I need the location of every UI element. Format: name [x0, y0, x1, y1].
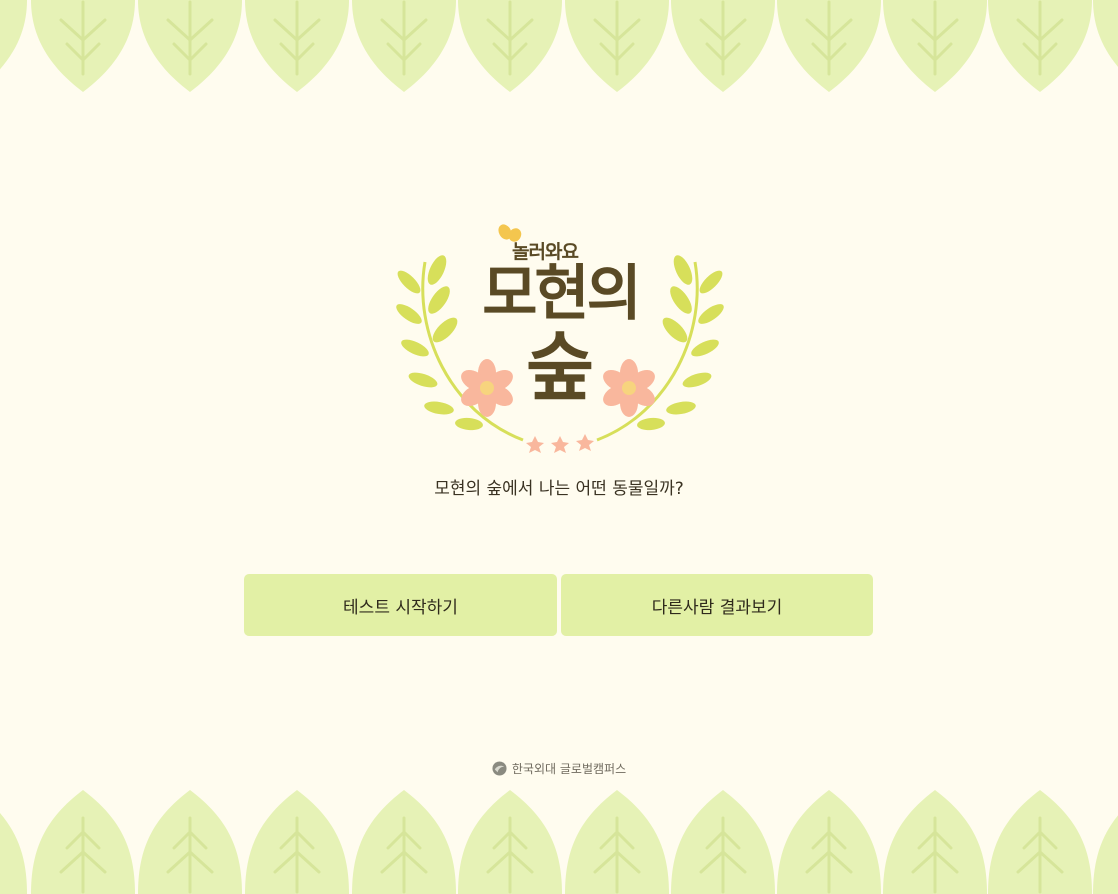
- logo: 놀러와요 모현의 숲: [395, 222, 725, 458]
- leaf-border-top: [0, 0, 1118, 94]
- start-test-button[interactable]: 테스트 시작하기: [244, 574, 557, 636]
- footer-text: 한국외대 글로벌캠퍼스: [511, 762, 627, 776]
- logo-title-line1: 모현의: [482, 259, 642, 329]
- footer: 한국외대 글로벌캠퍼스: [0, 760, 1118, 777]
- page: 놀러와요 모현의 숲 모현의 숲에서 나는 어떤 동물일까? 테스트 시작하기 …: [0, 0, 1118, 894]
- page-subtitle: 모현의 숲에서 나는 어떤 동물일까?: [434, 479, 684, 499]
- leaf-border-bottom: [0, 790, 1118, 894]
- university-logo-icon: [492, 761, 507, 776]
- view-results-button[interactable]: 다른사람 결과보기: [561, 574, 873, 636]
- logo-title-line2: 숲: [525, 325, 595, 411]
